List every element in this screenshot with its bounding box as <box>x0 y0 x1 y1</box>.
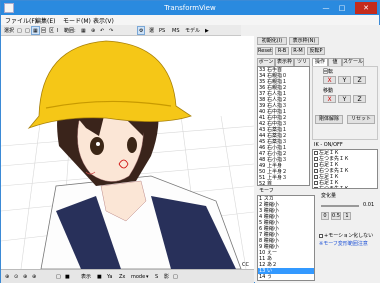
tab-value[interactable]: 値 <box>328 58 342 66</box>
move-x-button[interactable]: X <box>323 95 336 103</box>
step-half-button[interactable]: 0.5 <box>331 212 341 220</box>
display-frame-button[interactable]: 表示枠(N) <box>289 37 319 45</box>
maximize-button[interactable]: □ <box>335 2 349 14</box>
bottom-icon-8[interactable]: □ <box>173 273 178 281</box>
no-motion-label: +モーション化しない <box>324 233 374 239</box>
checkbox-box[interactable] <box>314 156 318 161</box>
bottom-icon-6[interactable]: ■ <box>65 273 70 281</box>
rotate-label: 回転 <box>323 69 334 75</box>
morph-warning-link[interactable]: ※モーフ変形範囲注意 <box>319 241 368 247</box>
morph-label: モーフ <box>259 188 274 194</box>
shadow-button[interactable]: 影 <box>164 273 169 281</box>
menu-file[interactable]: ファイル(F) <box>5 16 37 25</box>
add-icon[interactable]: ⊕ <box>89 26 97 35</box>
range-label: 範囲: <box>64 28 76 34</box>
init-button[interactable]: 初期化(I) <box>257 37 287 45</box>
display-button[interactable]: 表示 <box>81 273 91 281</box>
ps-button[interactable]: PS <box>157 26 167 35</box>
minimize-button[interactable]: — <box>319 2 333 14</box>
ms-button[interactable]: MS <box>170 26 182 35</box>
play-icon[interactable]: ▶ <box>203 26 211 35</box>
menu-edit[interactable]: 編集(E) <box>35 16 55 25</box>
ya-button[interactable]: Ya <box>107 273 112 281</box>
select-tool-button[interactable]: 選択 <box>2 26 16 35</box>
ik-list-item-label: 左つま先ＩＫ <box>319 186 350 189</box>
move-y-button[interactable]: Y <box>338 95 351 103</box>
bottom-icon-3[interactable]: ⊕ <box>23 273 27 281</box>
menu-mode[interactable]: モード(M) <box>63 16 91 25</box>
morph-list-item-label: 14 う <box>259 274 272 280</box>
bottom-icon-1[interactable]: ⊕ <box>5 273 9 281</box>
no-motion-checkbox[interactable]: +モーション化しない <box>319 233 373 239</box>
ik-label: IK - ON/OFF <box>314 142 343 148</box>
checkbox-box[interactable] <box>314 174 318 179</box>
bottom-icon-2[interactable]: ⊙ <box>14 273 18 281</box>
redo-icon[interactable]: ↷ <box>107 26 115 35</box>
checkbox-box[interactable] <box>314 162 318 167</box>
step-1-button[interactable]: 1 <box>343 212 351 220</box>
bottom-toolbar: ⊕ ⊙ ⊕ ⊕ □ ■ 表示 ■ Ya Zx mode ▾ S 影 □ CC <box>1 262 254 283</box>
main-toolbar: 選択 □ □ ▦ 回 区 Ⅰ 範囲: ▦ ⊕ ↶ ↷ ⚙ 選 PS MS モデル… <box>1 25 241 36</box>
tab-scale[interactable]: スケール <box>342 58 364 66</box>
select-mode-button[interactable]: 選 <box>147 26 156 35</box>
rotate-y-button[interactable]: Y <box>338 76 351 84</box>
title-bar: TransformView — □ ✕ <box>1 1 379 15</box>
toolbar-button-8[interactable]: ▦ <box>79 26 88 35</box>
bottom-icon-4[interactable]: ⊕ <box>32 273 36 281</box>
move-z-button[interactable]: Z <box>353 95 366 103</box>
checkbox-box[interactable] <box>314 168 318 173</box>
bone-list-item[interactable]: 52 首 <box>258 181 309 186</box>
checkbox-box[interactable] <box>319 233 323 238</box>
character-render <box>1 40 254 269</box>
flip-button[interactable]: 反転P <box>307 47 325 55</box>
release-rigid-button[interactable]: 剛体解除 <box>315 115 343 124</box>
bone-list-item-label: 52 首 <box>259 181 272 186</box>
bone-list[interactable]: 33 右手首 34 右親指０ 35 右親指１ 36 右親指２ 37 右人指１ 38 右人指… <box>257 66 310 186</box>
corner-label: CC <box>242 262 249 268</box>
bottom-icon-7[interactable]: ■ <box>97 273 102 281</box>
3d-viewport[interactable] <box>1 36 254 269</box>
step-0-button[interactable]: 0 <box>321 212 329 220</box>
bottom-icon-5[interactable]: □ <box>56 273 61 281</box>
menu-bar: ファイル(F) 編集(E) モード(M) 表示(V) <box>1 15 379 25</box>
change-amount-label: 変化量 <box>321 193 337 199</box>
s-button[interactable]: S <box>155 273 158 281</box>
transform-panel: 初期化(I) 表示枠(N) Reset R-B R-M 反転P ボーン 表示枠 … <box>255 25 380 283</box>
tab-operation[interactable]: 操作 <box>312 58 328 66</box>
tab-tree[interactable]: ツリー <box>294 58 310 72</box>
tab-bone[interactable]: ボーン <box>257 58 275 66</box>
checkbox-box[interactable] <box>314 150 318 155</box>
morph-list-item[interactable]: 14 う <box>258 274 314 280</box>
mode-dropdown-icon[interactable]: ▾ <box>146 273 149 281</box>
rotate-x-button[interactable]: X <box>323 76 336 84</box>
tab-display-frame[interactable]: 表示枠 <box>275 58 294 66</box>
reset-button[interactable]: Reset <box>257 47 273 55</box>
checkbox-box[interactable] <box>314 186 318 188</box>
settings-icon[interactable]: ⚙ <box>137 26 146 35</box>
mode-select[interactable]: mode <box>131 273 145 281</box>
rm-button[interactable]: R-M <box>291 47 305 55</box>
morph-list[interactable]: 1 スカ 2 瞳縮小 3 瞳縮小 4 瞳縮小 5 瞳縮小 6 瞳縮小 7 瞳縮小 8 瞳縮小 9… <box>257 195 315 281</box>
zx-button[interactable]: Zx <box>119 273 125 281</box>
rb-button[interactable]: R-B <box>275 47 289 55</box>
reset-op-button[interactable]: リセット <box>347 115 375 124</box>
model-button[interactable]: モデル <box>183 26 202 35</box>
toolbar-button-6[interactable]: Ⅰ <box>55 26 60 35</box>
rotate-z-button[interactable]: Z <box>353 76 366 84</box>
move-label: 移動 <box>323 88 334 94</box>
app-window: TransformView — □ ✕ ファイル(F) 編集(E) モード(M)… <box>0 0 380 283</box>
change-amount-value[interactable]: 0.01 <box>363 202 374 208</box>
change-amount-slider[interactable] <box>321 205 359 207</box>
operation-group: 回転 X Y Z 移動 X Y Z 剛体解除 リセット <box>312 66 378 140</box>
ik-list[interactable]: 左足ＩＫ 左つま先ＩＫ 右足ＩＫ 右つま先ＩＫ 左足ＩＫ 右足ＩＫ 左つま先ＩＫ <box>312 149 378 189</box>
close-button[interactable]: ✕ <box>355 2 377 14</box>
ik-list-item[interactable]: 左つま先ＩＫ <box>313 186 377 189</box>
menu-view[interactable]: 表示(V) <box>93 16 114 25</box>
checkbox-box[interactable] <box>314 180 318 185</box>
undo-icon[interactable]: ↶ <box>98 26 106 35</box>
